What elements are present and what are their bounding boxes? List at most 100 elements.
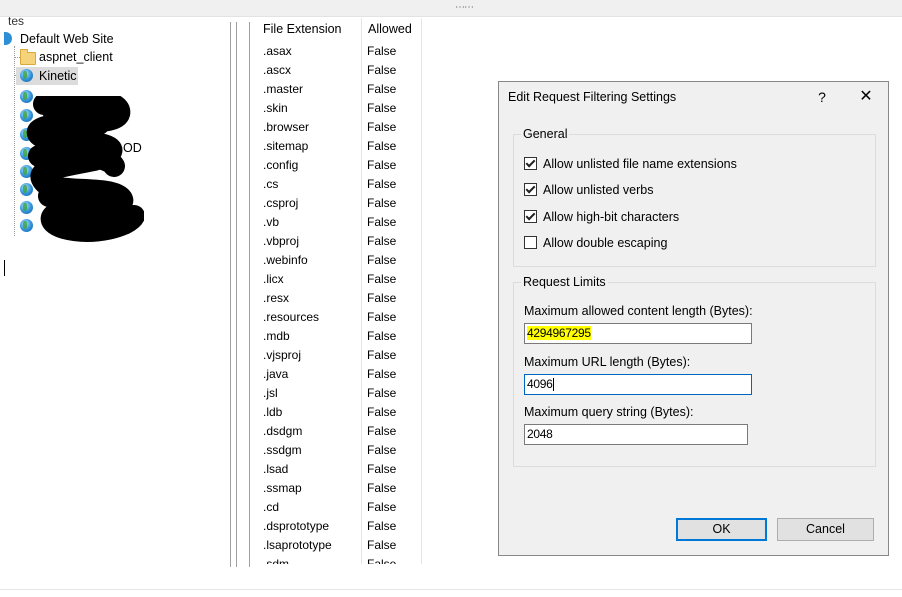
help-button[interactable]: ? (812, 87, 832, 107)
list-item[interactable]: .browser False (251, 118, 426, 137)
list-item[interactable]: .vjsproj False (251, 346, 426, 365)
list-rows: .asax False .ascx False .master False .skin Fal… (251, 42, 426, 564)
allowed-cell: False (367, 63, 397, 77)
extension-cell: .resx (263, 291, 290, 305)
list-item[interactable]: .resx False (251, 289, 426, 308)
list-item[interactable]: .resources False (251, 308, 426, 327)
allowed-cell: False (367, 405, 397, 419)
allowed-cell: False (367, 557, 397, 564)
list-left-border (249, 22, 250, 567)
allowed-cell: False (367, 443, 397, 457)
allowed-cell: False (367, 291, 397, 305)
extension-cell: .vjsproj (263, 348, 302, 362)
folder-icon (20, 49, 36, 65)
extension-cell: .lsad (263, 462, 289, 476)
list-item[interactable]: .cd False (251, 498, 426, 517)
list-item[interactable]: .asax False (251, 42, 426, 61)
checkbox-box[interactable] (524, 157, 537, 170)
list-item[interactable]: .webinfo False (251, 251, 426, 270)
checkbox-box[interactable] (524, 210, 537, 223)
allowed-cell: False (367, 424, 397, 438)
ok-button[interactable]: OK (676, 518, 767, 541)
site-icon (4, 32, 12, 45)
list-item[interactable]: .vb False (251, 213, 426, 232)
url-length-value: 4096 (527, 377, 553, 391)
list-item[interactable]: .java False (251, 365, 426, 384)
list-item[interactable]: .master False (251, 80, 426, 99)
extension-cell: .browser (263, 120, 310, 134)
general-group: General Allow unlisted file name extensi… (513, 127, 876, 267)
extension-cell: .csproj (263, 196, 299, 210)
list-item[interactable]: .licx False (251, 270, 426, 289)
allowed-cell: False (367, 386, 397, 400)
extension-cell: .asax (263, 44, 292, 58)
list-item[interactable]: .vbproj False (251, 232, 426, 251)
content-length-input[interactable]: 4294967295 (524, 323, 752, 344)
extension-cell: .jsl (263, 386, 278, 400)
list-item[interactable]: .ldb False (251, 403, 426, 422)
list-item[interactable]: .sdm False (251, 555, 426, 564)
query-string-label: Maximum query string (Bytes): (524, 405, 694, 419)
tree-item-kinetic[interactable]: Kinetic (16, 67, 78, 85)
cancel-button[interactable]: Cancel (777, 518, 874, 541)
extension-cell: .dsprototype (263, 519, 330, 533)
list-item[interactable]: .skin False (251, 99, 426, 118)
allowed-cell: False (367, 215, 397, 229)
list-item[interactable]: .config False (251, 156, 426, 175)
allowed-cell: False (367, 234, 397, 248)
allowed-cell: False (367, 120, 397, 134)
list-item[interactable]: .ssmap False (251, 479, 426, 498)
content-length-value: 4294967295 (527, 326, 591, 340)
panel-splitter[interactable] (230, 22, 231, 567)
list-item[interactable]: .jsl False (251, 384, 426, 403)
list-item[interactable]: .mdb False (251, 327, 426, 346)
list-item[interactable]: .lsad False (251, 460, 426, 479)
extension-cell: .webinfo (263, 253, 308, 267)
url-length-label: Maximum URL length (Bytes): (524, 355, 691, 369)
close-button[interactable]: ✕ (855, 87, 877, 107)
redaction-scribble (26, 96, 144, 242)
extension-cell: .dsdgm (263, 424, 303, 438)
text-caret (4, 260, 5, 276)
extension-cell: .vb (263, 215, 280, 229)
extension-cell: .cd (263, 500, 280, 514)
extension-cell: .lsaprototype (263, 538, 332, 552)
tree-partial-label: tes (8, 14, 25, 28)
edit-request-filtering-dialog: Edit Request Filtering Settings ? ✕ Gene… (498, 81, 889, 556)
top-splitter-bar: ⋯⋯ (0, 0, 902, 17)
column-header-file-extension[interactable]: File Extension (263, 18, 342, 40)
extension-cell: .mdb (263, 329, 290, 343)
allowed-cell: False (367, 519, 397, 533)
globe-icon (20, 69, 33, 82)
general-group-title: General (521, 127, 570, 141)
allowed-cell: False (367, 101, 397, 115)
extension-cell: .sdm (263, 557, 290, 564)
list-item[interactable]: .lsaprototype False (251, 536, 426, 555)
list-item[interactable]: .dsprototype False (251, 517, 426, 536)
allowed-cell: False (367, 253, 397, 267)
checkbox-box[interactable] (524, 183, 537, 196)
allowed-cell: False (367, 500, 397, 514)
list-item[interactable]: .ascx False (251, 61, 426, 80)
request-limits-group-title: Request Limits (521, 275, 608, 289)
list-item[interactable]: .dsdgm False (251, 422, 426, 441)
allowed-cell: False (367, 272, 397, 286)
column-header-allowed[interactable]: Allowed (368, 18, 412, 40)
allowed-cell: False (367, 139, 397, 153)
list-item[interactable]: .ssdgm False (251, 441, 426, 460)
url-length-input[interactable]: 4096 (524, 374, 752, 395)
extension-cell: .java (263, 367, 289, 381)
list-item[interactable]: .cs False (251, 175, 426, 194)
connections-tree: tes Default Web Site aspnet_client Kinet… (0, 14, 230, 576)
list-item[interactable]: .csproj False (251, 194, 426, 213)
allowed-cell: False (367, 158, 397, 172)
content-length-label: Maximum allowed content length (Bytes): (524, 304, 753, 318)
query-string-input[interactable]: 2048 (524, 424, 748, 445)
splitter-grip[interactable]: ⋯⋯ (455, 3, 474, 13)
allowed-cell: False (367, 196, 397, 210)
checkbox-box[interactable] (524, 236, 537, 249)
extension-cell: .master (263, 82, 304, 96)
allowed-cell: False (367, 82, 397, 96)
extension-cell: .config (263, 158, 299, 172)
list-item[interactable]: .sitemap False (251, 137, 426, 156)
